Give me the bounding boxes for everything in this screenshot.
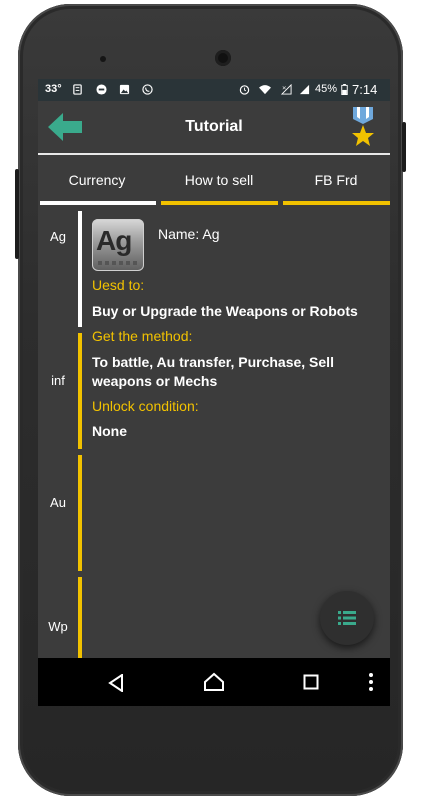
- list-fab-button[interactable]: [320, 591, 374, 645]
- sidebar-indicator-inf: [78, 333, 82, 449]
- used-to-value: Buy or Upgrade the Weapons or Robots: [92, 303, 358, 319]
- wifi-icon: [259, 85, 271, 95]
- sidebar-indicator-au: [78, 455, 82, 571]
- unlock-value: None: [92, 423, 127, 439]
- page-title: Tutorial: [185, 118, 243, 135]
- cell-signal-icon: [299, 84, 310, 95]
- tab-currency-label: Currency: [68, 172, 126, 188]
- tab-how-to-sell[interactable]: How to sell: [160, 155, 278, 205]
- battery-icon: [341, 84, 348, 95]
- sidebar-item-inf[interactable]: inf: [46, 371, 70, 391]
- back-triangle-icon[interactable]: [108, 674, 124, 692]
- notes-icon: [73, 84, 82, 95]
- svg-text:×: ×: [282, 86, 287, 92]
- battery-percent: 45%: [315, 83, 338, 95]
- power-button: [15, 169, 19, 259]
- method-label: Get the method:: [92, 328, 193, 344]
- sidebar-indicator-ag: [78, 211, 82, 327]
- alarm-icon: [239, 85, 250, 95]
- tab-fb-frd[interactable]: FB Frd: [282, 155, 390, 205]
- tab-fb-frd-label: FB Frd: [314, 172, 358, 188]
- used-to-label: Uesd to:: [92, 277, 145, 293]
- medal-star-icon[interactable]: [351, 107, 375, 147]
- screen: 33° × 45% 7:14 Tutorial Currency How to …: [38, 79, 390, 706]
- volume-button: [402, 122, 406, 172]
- system-nav-bar: [38, 658, 390, 706]
- ingot-dots: [98, 261, 138, 265]
- currency-name: Name: Ag: [158, 226, 220, 242]
- image-icon: [119, 84, 130, 95]
- sidebar-item-ag[interactable]: Ag: [46, 227, 70, 247]
- list-icon: [338, 611, 356, 625]
- tab-how-to-sell-label: How to sell: [184, 172, 254, 188]
- home-circle-icon[interactable]: [203, 672, 225, 692]
- clock: 7:14: [352, 82, 378, 97]
- minus-circle-icon: [96, 84, 107, 95]
- sidebar-item-au[interactable]: Au: [46, 493, 70, 513]
- tab-bar: Currency How to sell FB Frd: [38, 155, 390, 205]
- tab-currency[interactable]: Currency: [38, 155, 156, 205]
- unlock-label: Unlock condition:: [92, 398, 199, 414]
- sidebar: Ag inf Au Wp: [38, 205, 82, 706]
- app-bar: Tutorial: [38, 101, 390, 153]
- recents-square-icon[interactable]: [303, 674, 319, 690]
- status-bar: 33° × 45% 7:14: [38, 79, 390, 101]
- more-dots-icon[interactable]: [368, 672, 374, 692]
- ingot-symbol: Ag: [96, 225, 132, 256]
- proximity-sensor: [100, 56, 106, 62]
- no-signal-icon: ×: [281, 84, 292, 95]
- sidebar-item-wp[interactable]: Wp: [46, 617, 70, 637]
- silver-ingot-icon: Ag: [92, 219, 144, 271]
- whatsapp-icon: [142, 84, 153, 95]
- front-camera: [215, 50, 231, 66]
- method-value: To battle, Au transfer, Purchase, Sell w…: [92, 354, 334, 389]
- temperature: 33°: [45, 83, 62, 95]
